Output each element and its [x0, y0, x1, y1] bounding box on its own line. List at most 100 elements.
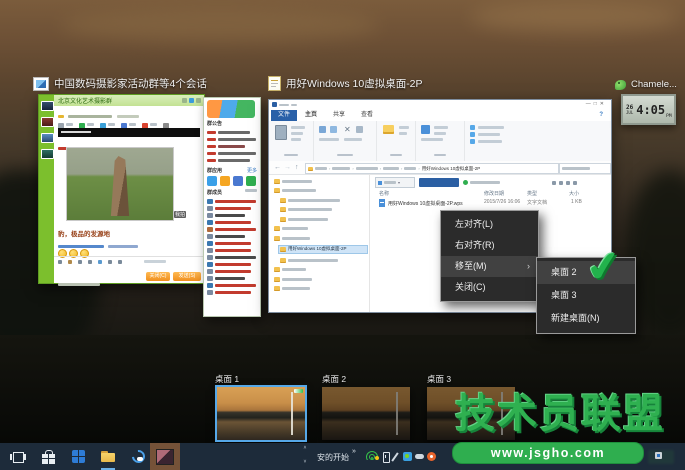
- folder-tree-selected-item[interactable]: 用好Windows 10虚拟桌面-2P: [278, 245, 368, 254]
- session-thumb: [41, 133, 54, 143]
- blue-grid-app-icon: [72, 450, 85, 463]
- menu-item-snap-left[interactable]: 左对齐(L): [441, 214, 538, 235]
- file-area-toolbar: ▾: [375, 177, 577, 188]
- help-icon: ?: [599, 110, 603, 121]
- qq-window-title[interactable]: 中国数码摄影家活动群等4个会话: [33, 76, 207, 91]
- watermark-title: 技术员联盟: [455, 381, 665, 439]
- photo-caption: 我拍: [174, 211, 186, 218]
- qq-window-title-label: 中国数码摄影家活动群等4个会话: [54, 76, 207, 91]
- toolbar-scroll-chevrons[interactable]: ˄ ˅: [300, 445, 310, 468]
- clock-date: 26 JUL: [626, 105, 633, 115]
- task-view-screen: 中国数码摄影家活动群等4个会话 用好Windows 10虚拟桌面-2P Cham…: [0, 0, 685, 470]
- file-name: 用好Windows 10虚拟桌面-2P.wps: [388, 200, 463, 207]
- wifi-tray-icon[interactable]: [366, 451, 379, 460]
- up-icon[interactable]: ↑: [295, 164, 299, 171]
- more-link: 更多: [247, 167, 257, 174]
- task-view-button[interactable]: [4, 443, 32, 470]
- pen-tray-icon[interactable]: [391, 452, 398, 461]
- forward-icon: →: [284, 164, 291, 171]
- cloud-highlight: [470, 2, 680, 32]
- desktop-2-label[interactable]: 桌面 2: [322, 373, 346, 385]
- column-type[interactable]: 类型: [527, 190, 537, 197]
- wps-file-icon: [379, 199, 385, 207]
- group-logo: [207, 100, 255, 118]
- file-explorer-button[interactable]: [94, 443, 122, 470]
- store-button[interactable]: [34, 443, 62, 470]
- security-tray-icon[interactable]: [403, 452, 412, 461]
- chat-message-text: 豹，极品的发源地: [58, 228, 110, 238]
- explorer-window-controls: —□✕: [586, 101, 607, 107]
- qq-titlebar: 北京文化艺术摄影群: [54, 95, 204, 106]
- input-toolbar: [58, 260, 166, 264]
- selected-view-button: [419, 178, 459, 187]
- file-size: 1 KB: [571, 199, 582, 205]
- submenu-item-new-desktop[interactable]: 新建桌面(N): [537, 307, 635, 330]
- folder-tree[interactable]: 用好Windows 10虚拟桌面-2P: [269, 174, 370, 312]
- explorer-window-title-label: 用好Windows 10虚拟桌面-2P: [286, 76, 423, 91]
- back-icon[interactable]: ←: [274, 164, 281, 171]
- open-split-button: ▾: [375, 177, 415, 188]
- status-item: [463, 180, 500, 185]
- session-thumb: [41, 117, 54, 127]
- group-app-icon: [220, 176, 230, 186]
- tab-view: 查看: [361, 110, 373, 121]
- quick-access-toolbar: [272, 102, 297, 107]
- session-thumb: [41, 149, 54, 159]
- qq-chat-title: 北京文化艺术摄影群: [58, 96, 112, 105]
- browser-app-button[interactable]: [124, 443, 152, 470]
- desktop-2-thumbnail[interactable]: [322, 387, 410, 440]
- taskbar-toolbar-label: 安的开始: [317, 452, 349, 463]
- file-type: 文字文档: [527, 199, 547, 206]
- file-row[interactable]: 用好Windows 10虚拟桌面-2P.wps: [379, 199, 463, 207]
- qq-ad-banner: [58, 128, 200, 137]
- explorer-window-title[interactable]: 用好Windows 10虚拟桌面-2P: [268, 76, 423, 91]
- breadcrumb[interactable]: › › › › › 用好Windows 10虚拟桌面-2P: [305, 163, 559, 174]
- announcement-section: 群公告: [204, 120, 260, 164]
- cloud-tray-icon[interactable]: [415, 454, 424, 459]
- clock-time: 4:05: [636, 103, 665, 117]
- watermark-url: www.jsgho.com: [452, 442, 644, 464]
- members-section: 群成员: [204, 189, 260, 296]
- group-app-icon: [246, 176, 256, 186]
- context-menu: 左对齐(L) 右对齐(R) 移至(M)› 关闭(C): [440, 210, 539, 302]
- wifi-alert-badge: [375, 456, 379, 460]
- clock-window-title[interactable]: Chamele...: [615, 79, 677, 90]
- file-date: 2015/7/26 16:06: [484, 199, 520, 205]
- address-bar: ← → ↑ › › › › › 用好Windows 10虚拟桌面-2P: [269, 161, 611, 175]
- toolbar-overflow-icon[interactable]: »: [352, 448, 356, 455]
- search-box[interactable]: [559, 163, 611, 174]
- column-size[interactable]: 大小: [569, 190, 579, 197]
- announcement-list: [204, 129, 260, 164]
- clock-window-thumbnail[interactable]: 26 JUL 4:05 PM: [621, 94, 676, 125]
- tab-share: 共享: [333, 110, 345, 121]
- qq-close-button: 关闭(C): [146, 272, 170, 281]
- usb-tray-icon[interactable]: [383, 452, 390, 463]
- member-list: [204, 198, 260, 296]
- blue-swoosh-icon: [132, 450, 145, 463]
- tab-file: 文件: [271, 110, 297, 121]
- clock-window-title-label: Chamele...: [631, 79, 677, 90]
- column-date[interactable]: 修改日期: [484, 190, 504, 197]
- desktop-1-thumbnail[interactable]: [217, 387, 305, 440]
- desktop-1-label[interactable]: 桌面 1: [215, 373, 239, 385]
- photo-thumbnail-icon: [156, 449, 174, 465]
- group-app-icon: [207, 176, 217, 186]
- qq-window-thumbnail[interactable]: 北京文化艺术摄影群 我拍 豹，极品的发源地 关闭(C) 发送(S): [38, 94, 205, 284]
- input-divider: [54, 256, 204, 257]
- qq-group-panel[interactable]: 群公告 群应用更多 群成员: [203, 97, 261, 317]
- menu-item-close[interactable]: 关闭(C): [441, 277, 538, 298]
- ribbon-group-open: [416, 121, 465, 161]
- explorer-app-icon: [272, 102, 277, 107]
- orange-tray-icon[interactable]: [427, 452, 436, 461]
- column-name[interactable]: 名称: [379, 190, 389, 197]
- photo-viewer-button-active[interactable]: [150, 443, 180, 470]
- menu-item-move-to[interactable]: 移至(M)›: [441, 256, 538, 277]
- ime-tray-icon[interactable]: [655, 452, 662, 459]
- breadcrumb-current: 用好Windows 10虚拟桌面-2P: [422, 166, 481, 172]
- qq-send-button: 发送(S): [173, 272, 201, 281]
- group-app-icon: [233, 176, 243, 186]
- menu-item-snap-right[interactable]: 右对齐(R): [441, 235, 538, 256]
- qq-photo-icon: [33, 77, 49, 91]
- news-app-button[interactable]: [64, 443, 92, 470]
- desktop-3-label[interactable]: 桌面 3: [427, 373, 451, 385]
